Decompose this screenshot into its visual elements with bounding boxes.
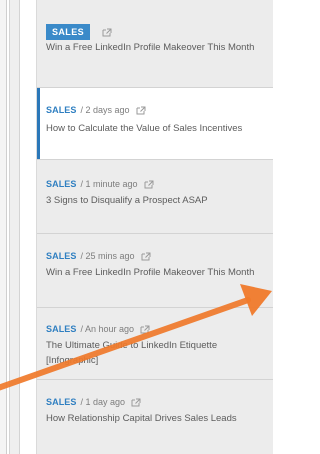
category-label[interactable]: SALES	[46, 251, 77, 261]
share-icon[interactable]	[140, 325, 150, 334]
share-icon[interactable]	[144, 180, 154, 189]
article-title[interactable]: Win a Free LinkedIn Profile Makeover Thi…	[46, 40, 257, 55]
category-label[interactable]: SALES	[46, 105, 77, 115]
inner-frame-rail	[9, 0, 20, 454]
item-meta: SALES / 1 day ago	[46, 397, 141, 407]
category-badge[interactable]: SALES	[46, 24, 91, 40]
list-item[interactable]: SALES / An hour ago The Ultimate Guide t…	[37, 308, 273, 380]
category-label[interactable]: SALES	[46, 179, 77, 189]
list-item[interactable]: SALES Win a Free LinkedIn Profile Makeov…	[37, 0, 273, 88]
item-meta: SALES	[46, 24, 112, 40]
item-meta: SALES / 25 mins ago	[46, 251, 151, 261]
list-item-active[interactable]: SALES / 2 days ago How to Calculate the …	[37, 88, 273, 160]
share-icon[interactable]	[131, 398, 141, 407]
article-title[interactable]: How to Calculate the Value of Sales Ince…	[46, 121, 257, 136]
share-icon[interactable]	[141, 252, 151, 261]
article-title[interactable]: The Ultimate Guide to LinkedIn Etiquette…	[46, 338, 257, 368]
item-meta: SALES / 1 minute ago	[46, 179, 154, 189]
list-item[interactable]: SALES / 25 mins ago Win a Free LinkedIn …	[37, 234, 273, 308]
timestamp: / 1 minute ago	[80, 179, 138, 189]
share-icon[interactable]	[136, 106, 146, 115]
article-feed: SALES Win a Free LinkedIn Profile Makeov…	[36, 0, 273, 454]
list-item[interactable]: SALES / 1 day ago How Relationship Capit…	[37, 380, 273, 454]
category-label[interactable]: SALES	[46, 324, 77, 334]
item-meta: SALES / 2 days ago	[46, 105, 146, 115]
timestamp: / 2 days ago	[80, 105, 130, 115]
article-title[interactable]: Win a Free LinkedIn Profile Makeover Thi…	[46, 265, 257, 280]
category-label[interactable]: SALES	[46, 397, 77, 407]
item-meta: SALES / An hour ago	[46, 324, 150, 334]
article-title[interactable]: How Relationship Capital Drives Sales Le…	[46, 411, 257, 426]
timestamp: / 1 day ago	[80, 397, 126, 407]
timestamp: / An hour ago	[80, 324, 135, 334]
outer-frame-rail	[0, 0, 7, 454]
share-icon[interactable]	[102, 28, 112, 37]
timestamp: / 25 mins ago	[80, 251, 135, 261]
article-title[interactable]: 3 Signs to Disqualify a Prospect ASAP	[46, 193, 257, 208]
list-item[interactable]: SALES / 1 minute ago 3 Signs to Disquali…	[37, 160, 273, 234]
